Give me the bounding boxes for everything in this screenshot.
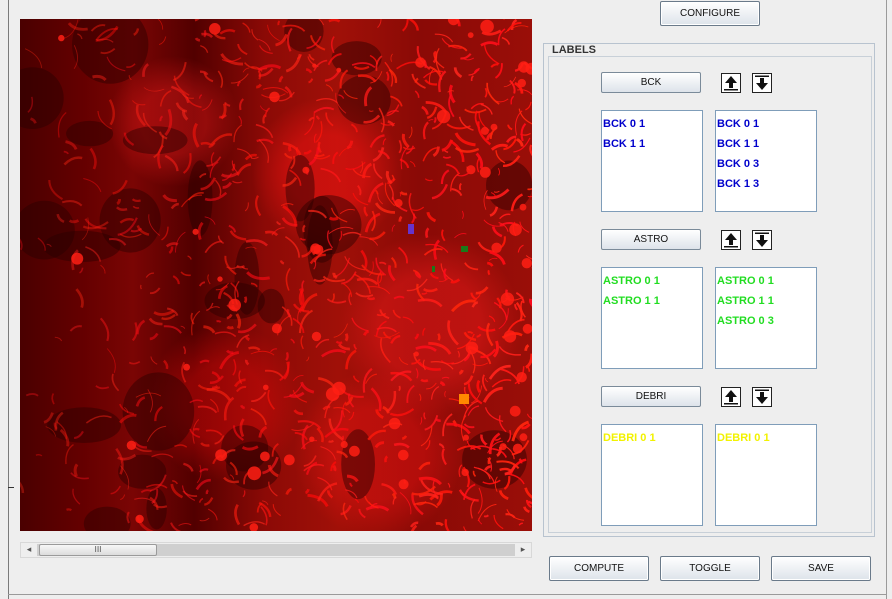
label-marker-green[interactable]: [461, 246, 468, 252]
label-button-astro[interactable]: ASTRO: [601, 229, 701, 250]
list-item[interactable]: ASTRO 1 1: [717, 291, 816, 311]
list-item[interactable]: BCK 1 1: [717, 134, 816, 154]
label-marker-purple[interactable]: [408, 224, 414, 234]
configure-button[interactable]: CONFIGURE: [660, 1, 760, 26]
list-item[interactable]: BCK 1 1: [603, 134, 702, 154]
labels-panel-inner: [548, 56, 872, 533]
arrow-up-icon[interactable]: [721, 387, 741, 407]
debri-left-list[interactable]: DEBRI 0 1: [601, 424, 703, 526]
bck-right-list[interactable]: BCK 0 1 BCK 1 1 BCK 0 3 BCK 1 3: [715, 110, 817, 212]
image-horizontal-scrollbar[interactable]: ◂ III ▸: [20, 542, 532, 558]
save-button[interactable]: SAVE: [771, 556, 871, 581]
astro-right-list[interactable]: ASTRO 0 1 ASTRO 1 1 ASTRO 0 3: [715, 267, 817, 369]
label-button-bck[interactable]: BCK: [601, 72, 701, 93]
window-border-right: [886, 0, 887, 599]
compute-button[interactable]: COMPUTE: [549, 556, 649, 581]
list-item[interactable]: BCK 0 1: [603, 114, 702, 134]
list-item[interactable]: BCK 0 1: [717, 114, 816, 134]
arrow-up-icon[interactable]: [721, 73, 741, 93]
list-item[interactable]: DEBRI 0 1: [717, 428, 816, 448]
list-item[interactable]: ASTRO 1 1: [603, 291, 702, 311]
border-tick: [8, 487, 14, 488]
astrocyte-image: [20, 19, 532, 531]
arrow-down-icon[interactable]: [752, 73, 772, 93]
bck-left-list[interactable]: BCK 0 1 BCK 1 1: [601, 110, 703, 212]
debri-right-list[interactable]: DEBRI 0 1: [715, 424, 817, 526]
arrow-up-icon[interactable]: [721, 230, 741, 250]
scroll-left-arrow[interactable]: ◂: [21, 543, 37, 557]
microscopy-image-view[interactable]: [20, 19, 532, 531]
scroll-thumb[interactable]: III: [39, 544, 157, 556]
window-border-left: [8, 0, 9, 599]
list-item[interactable]: BCK 1 3: [717, 174, 816, 194]
label-marker-orange[interactable]: [459, 394, 469, 404]
astro-left-list[interactable]: ASTRO 0 1 ASTRO 1 1: [601, 267, 703, 369]
list-item[interactable]: ASTRO 0 3: [717, 311, 816, 331]
toggle-button[interactable]: TOGGLE: [660, 556, 760, 581]
list-item[interactable]: ASTRO 0 1: [603, 271, 702, 291]
scroll-right-arrow[interactable]: ▸: [515, 543, 531, 557]
arrow-down-icon[interactable]: [752, 387, 772, 407]
label-marker-green-small[interactable]: [432, 266, 435, 272]
label-button-debri[interactable]: DEBRI: [601, 386, 701, 407]
list-item[interactable]: ASTRO 0 1: [717, 271, 816, 291]
arrow-down-icon[interactable]: [752, 230, 772, 250]
labels-panel-title: LABELS: [549, 44, 599, 56]
window-border-bottom: [8, 594, 887, 595]
list-item[interactable]: DEBRI 0 1: [603, 428, 702, 448]
list-item[interactable]: BCK 0 3: [717, 154, 816, 174]
